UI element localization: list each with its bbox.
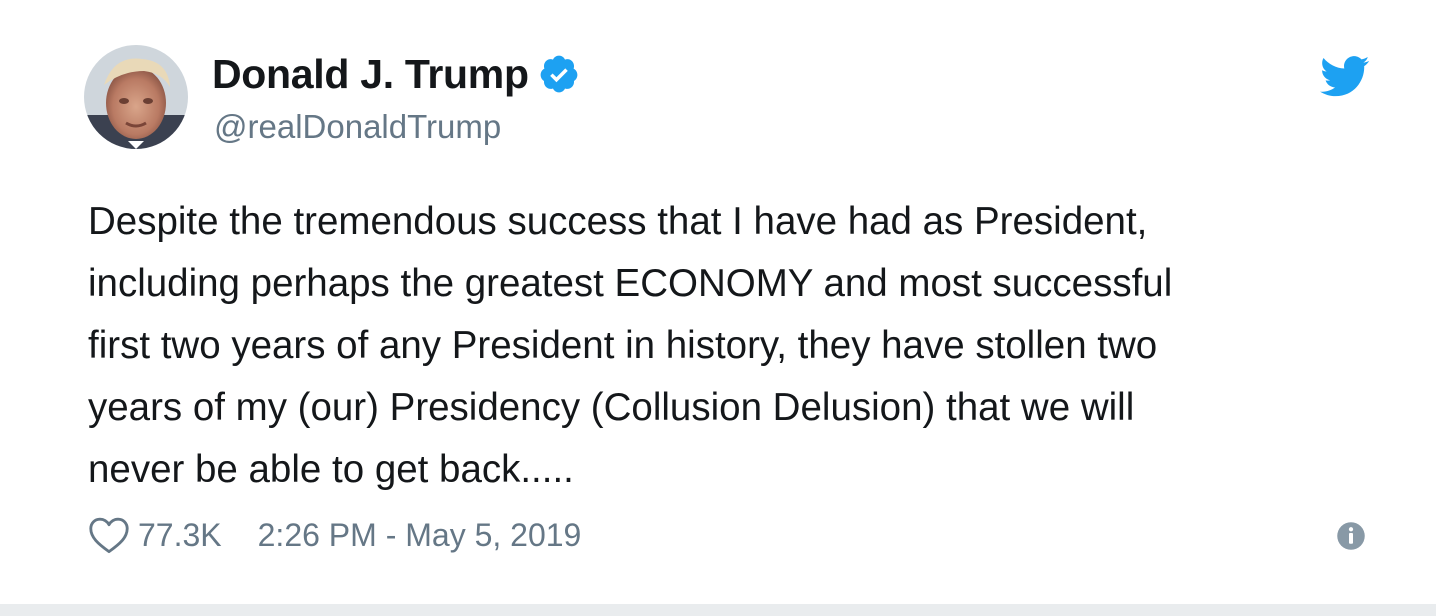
tweet-card: Donald J. Trump @realDonaldTrump Despite… [0,0,1436,604]
like-count[interactable]: 77.3K [138,517,222,554]
info-icon[interactable] [1336,521,1366,551]
heart-icon[interactable] [88,516,130,554]
tweet-text-line: first two years of any President in hist… [88,324,1158,367]
tweet-text-line: never be able to get back..... [88,448,574,491]
tweet-text-line: years of my (our) Presidency (Collusion … [88,386,1135,429]
author-display-name[interactable]: Donald J. Trump [212,51,529,98]
author-avatar[interactable] [84,45,188,149]
page-background-strip [0,604,1436,616]
avatar-image [84,45,188,149]
tweet-text: Despite the tremendous success that I ha… [88,191,1388,501]
tweet-timestamp[interactable]: 2:26 PM - May 5, 2019 [258,517,582,554]
tweet-footer: 77.3K 2:26 PM - May 5, 2019 [88,513,581,557]
author-name-row: Donald J. Trump [212,48,580,100]
verified-badge-icon [538,53,580,95]
author-handle[interactable]: @realDonaldTrump [214,108,501,146]
tweet-text-line: including perhaps the greatest ECONOMY a… [88,262,1173,305]
twitter-bird-icon[interactable] [1320,56,1370,98]
tweet-text-line: Despite the tremendous success that I ha… [88,200,1148,243]
